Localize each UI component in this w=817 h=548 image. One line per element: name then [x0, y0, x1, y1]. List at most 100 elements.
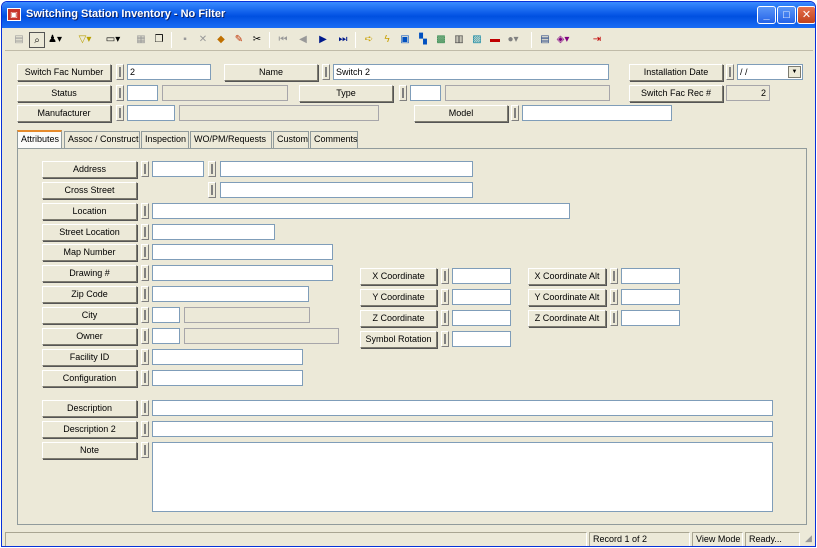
drawing-number-grip[interactable]	[141, 265, 149, 281]
description-grip[interactable]	[141, 400, 149, 416]
note-label[interactable]: Note	[42, 442, 137, 459]
cut-icon[interactable]: ✂	[249, 32, 265, 48]
y-coordinate-field[interactable]	[452, 289, 511, 305]
first-record-icon[interactable]: ⏮	[275, 32, 291, 48]
status-code-field[interactable]	[127, 85, 158, 101]
flash-icon[interactable]: ϟ	[379, 32, 395, 48]
z-coordinate-alt-grip[interactable]	[610, 310, 618, 326]
symbol-rotation-field[interactable]	[452, 331, 511, 347]
cross-street-grip[interactable]	[208, 182, 216, 198]
symbol-rotation-grip[interactable]	[441, 331, 449, 347]
model-label[interactable]: Model	[414, 105, 508, 122]
filter-icon[interactable]: ▽▾	[77, 32, 93, 48]
map-number-field[interactable]	[152, 244, 333, 260]
tab-custom[interactable]: Custom	[273, 131, 309, 148]
switch-fac-rec-label[interactable]: Switch Fac Rec #	[629, 85, 723, 102]
facility-id-grip[interactable]	[141, 349, 149, 365]
address-street-field[interactable]	[220, 161, 473, 177]
street-location-field[interactable]	[152, 224, 275, 240]
tree-icon[interactable]: ▚	[415, 32, 431, 48]
delete-icon[interactable]: ✕	[195, 32, 211, 48]
address-number-field[interactable]	[152, 161, 204, 177]
calendar-icon[interactable]: ▥	[451, 32, 467, 48]
type-grip[interactable]	[399, 85, 407, 101]
configuration-label[interactable]: Configuration	[42, 370, 137, 387]
installation-date-grip[interactable]	[726, 64, 734, 80]
tab-comments[interactable]: Comments	[310, 131, 358, 148]
installation-date-label[interactable]: Installation Date	[629, 64, 723, 81]
prev-record-icon[interactable]: ◀	[295, 32, 311, 48]
new-record-icon[interactable]: ▤	[11, 32, 27, 48]
cross-street-label[interactable]: Cross Street	[42, 182, 137, 199]
last-record-icon[interactable]: ⏭	[335, 32, 351, 48]
save-icon[interactable]: ▪	[177, 32, 193, 48]
x-coordinate-alt-field[interactable]	[621, 268, 680, 284]
street-location-grip[interactable]	[141, 224, 149, 240]
name-grip[interactable]	[322, 64, 330, 80]
x-coordinate-alt-grip[interactable]	[610, 268, 618, 284]
status-label[interactable]: Status	[17, 85, 111, 102]
location-grip[interactable]	[141, 203, 149, 219]
description-2-grip[interactable]	[141, 421, 149, 437]
exit-icon[interactable]: ⇥	[589, 32, 605, 48]
name-field[interactable]: Switch 2	[333, 64, 609, 80]
location-field[interactable]	[152, 203, 570, 219]
print-icon[interactable]: ▭▾	[105, 32, 121, 48]
tab-attributes[interactable]: Attributes	[17, 130, 62, 149]
y-coordinate-grip[interactable]	[441, 289, 449, 305]
description-2-label[interactable]: Description 2	[42, 421, 137, 438]
next-record-icon[interactable]: ▶	[315, 32, 331, 48]
manufacturer-code-field[interactable]	[127, 105, 175, 121]
name-label[interactable]: Name	[224, 64, 318, 81]
configuration-field[interactable]	[152, 370, 303, 386]
note-textarea[interactable]	[152, 442, 773, 512]
x-coordinate-label[interactable]: X Coordinate	[360, 268, 437, 285]
layers-icon[interactable]: ◆	[213, 32, 229, 48]
note-grip[interactable]	[141, 442, 149, 458]
z-coordinate-alt-label[interactable]: Z Coordinate Alt	[528, 310, 606, 327]
location-label[interactable]: Location	[42, 203, 137, 220]
switch-fac-number-field[interactable]: 2	[127, 64, 211, 80]
cross-street-field[interactable]	[220, 182, 473, 198]
manufacturer-label[interactable]: Manufacturer	[17, 105, 111, 122]
switch-fac-number-label[interactable]: Switch Fac Number	[17, 64, 111, 81]
manufacturer-grip[interactable]	[116, 105, 124, 121]
x-coordinate-grip[interactable]	[441, 268, 449, 284]
installation-date-field[interactable]: / / ▼	[737, 64, 803, 80]
tab-inspection[interactable]: Inspection	[141, 131, 189, 148]
facility-id-label[interactable]: Facility ID	[42, 349, 137, 366]
chevron-down-icon[interactable]: ▼	[788, 66, 801, 78]
toolbox-icon[interactable]: ▬	[487, 32, 503, 48]
query-icon[interactable]: ♟▾	[47, 32, 63, 48]
city-code-field[interactable]	[152, 307, 180, 323]
owner-grip[interactable]	[141, 328, 149, 344]
view-icon[interactable]: ▦	[133, 32, 149, 48]
owner-label[interactable]: Owner	[42, 328, 137, 345]
minimize-button[interactable]: _	[757, 6, 776, 24]
map-number-label[interactable]: Map Number	[42, 244, 137, 261]
address-label[interactable]: Address	[42, 161, 137, 178]
facility-id-field[interactable]	[152, 349, 303, 365]
z-coordinate-grip[interactable]	[441, 310, 449, 326]
zip-code-label[interactable]: Zip Code	[42, 286, 137, 303]
gis-icon[interactable]: ●▾	[505, 32, 521, 48]
y-coordinate-alt-field[interactable]	[621, 289, 680, 305]
z-coordinate-field[interactable]	[452, 310, 511, 326]
tab-assoc-construct[interactable]: Assoc / Construct	[64, 131, 140, 148]
find-icon[interactable]: ⌕	[29, 32, 45, 48]
owner-code-field[interactable]	[152, 328, 180, 344]
image-icon[interactable]: ▩	[433, 32, 449, 48]
switch-fac-number-grip[interactable]	[116, 64, 124, 80]
y-coordinate-alt-label[interactable]: Y Coordinate Alt	[528, 289, 606, 306]
maximize-button[interactable]: □	[777, 6, 796, 24]
city-label[interactable]: City	[42, 307, 137, 324]
description-2-field[interactable]	[152, 421, 773, 437]
street-location-label[interactable]: Street Location	[42, 224, 137, 241]
x-coordinate-alt-label[interactable]: X Coordinate Alt	[528, 268, 606, 285]
tab-wo-pm-requests[interactable]: WO/PM/Requests	[190, 131, 272, 148]
zip-code-field[interactable]	[152, 286, 309, 302]
status-grip[interactable]	[116, 85, 124, 101]
report-icon[interactable]: ▣	[397, 32, 413, 48]
drawing-number-label[interactable]: Drawing #	[42, 265, 137, 282]
y-coordinate-alt-grip[interactable]	[610, 289, 618, 305]
